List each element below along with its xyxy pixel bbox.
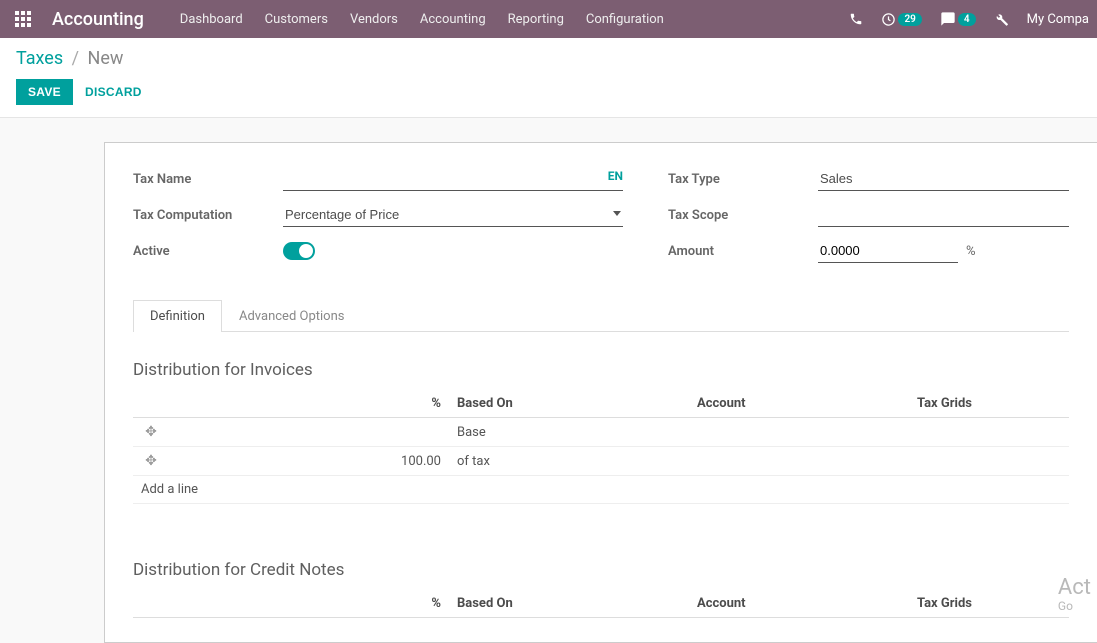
discard-button[interactable]: DISCARD [85, 85, 142, 99]
col-based-on: Based On [449, 590, 689, 618]
cell-percent[interactable]: 100.00 [169, 447, 449, 476]
add-line-row: Add a line [133, 476, 1069, 504]
toggle-knob [299, 244, 313, 258]
cell-percent[interactable] [169, 418, 449, 447]
distribution-credits-table: % Based On Account Tax Grids [133, 590, 1069, 618]
apps-grid-icon [15, 11, 31, 27]
col-handle [133, 590, 169, 618]
col-tax-grids: Tax Grids [909, 590, 1069, 618]
form-sheet-background: Tax Name EN Tax Type Tax Computation Tax… [0, 118, 1097, 643]
section-title-invoices: Distribution for Invoices [133, 360, 1069, 380]
distribution-invoices-table: % Based On Account Tax Grids ✥ Base ✥ 10… [133, 390, 1069, 504]
phone-icon [849, 12, 863, 26]
table-row[interactable]: ✥ Base [133, 418, 1069, 447]
col-account: Account [689, 390, 909, 418]
debug-button[interactable] [994, 12, 1009, 27]
nav-configuration[interactable]: Configuration [586, 12, 664, 27]
col-tax-grids: Tax Grids [909, 390, 1069, 418]
add-line-link[interactable]: Add a line [133, 476, 1069, 504]
col-account: Account [689, 590, 909, 618]
watermark-title: Act [1058, 575, 1091, 600]
section-title-credits: Distribution for Credit Notes [133, 560, 1069, 580]
label-tax-name: Tax Name [133, 172, 283, 187]
action-buttons: SAVE DISCARD [16, 79, 1081, 105]
nav-accounting[interactable]: Accounting [420, 12, 486, 27]
tab-advanced-options[interactable]: Advanced Options [222, 300, 361, 332]
table-row[interactable]: ✥ 100.00 of tax [133, 447, 1069, 476]
activities-badge: 29 [898, 13, 921, 26]
lang-badge[interactable]: EN [608, 169, 623, 183]
col-percent: % [169, 590, 449, 618]
amount-suffix: % [966, 244, 976, 263]
watermark-sub: Go [1058, 600, 1091, 613]
label-tax-type: Tax Type [668, 172, 818, 187]
form-sheet: Tax Name EN Tax Type Tax Computation Tax… [104, 142, 1097, 643]
col-handle [133, 390, 169, 418]
tax-name-input[interactable] [283, 167, 623, 191]
amount-input[interactable] [818, 239, 958, 263]
field-tax-computation [283, 203, 623, 227]
nav-reporting[interactable]: Reporting [508, 12, 564, 27]
col-based-on: Based On [449, 390, 689, 418]
active-toggle[interactable] [283, 242, 315, 260]
form-fields: Tax Name EN Tax Type Tax Computation Tax… [133, 167, 1069, 263]
tax-computation-input[interactable] [283, 203, 623, 227]
control-panel: Taxes / New SAVE DISCARD [0, 38, 1097, 118]
clock-icon [881, 12, 896, 27]
nav-menu: Dashboard Customers Vendors Accounting R… [180, 12, 664, 27]
drag-handle-icon[interactable]: ✥ [145, 424, 157, 440]
activities-button[interactable]: 29 [881, 12, 921, 27]
chat-icon [940, 11, 956, 27]
nav-dashboard[interactable]: Dashboard [180, 12, 243, 27]
messages-badge: 4 [958, 13, 976, 26]
field-tax-scope [818, 203, 1069, 227]
cell-account[interactable] [689, 418, 909, 447]
col-percent: % [169, 390, 449, 418]
activate-windows-watermark: Act Go [1058, 576, 1091, 613]
messages-button[interactable]: 4 [940, 11, 976, 27]
label-active: Active [133, 244, 283, 259]
tab-definition[interactable]: Definition [133, 300, 222, 332]
drag-handle-icon[interactable]: ✥ [145, 453, 157, 469]
wrench-icon [994, 12, 1009, 27]
field-tax-name: EN [283, 167, 623, 191]
main-navbar: Accounting Dashboard Customers Vendors A… [0, 0, 1097, 38]
nav-customers[interactable]: Customers [265, 12, 328, 27]
label-tax-scope: Tax Scope [668, 208, 818, 223]
field-amount: % [818, 239, 1069, 263]
nav-right: 29 4 My Compa [849, 11, 1089, 27]
cell-based-on[interactable]: Base [449, 418, 689, 447]
breadcrumb: Taxes / New [16, 48, 1081, 69]
field-active [283, 242, 623, 260]
breadcrumb-separator: / [72, 48, 79, 69]
nav-vendors[interactable]: Vendors [350, 12, 398, 27]
tax-type-input[interactable] [818, 167, 1069, 191]
tax-scope-input[interactable] [818, 203, 1069, 227]
tabs: Definition Advanced Options [133, 299, 1069, 332]
breadcrumb-taxes[interactable]: Taxes [16, 48, 63, 69]
breadcrumb-current: New [88, 48, 124, 69]
label-tax-computation: Tax Computation [133, 208, 283, 223]
app-title[interactable]: Accounting [52, 9, 144, 30]
cell-tax-grids[interactable] [909, 447, 1069, 476]
field-tax-type [818, 167, 1069, 191]
cell-based-on[interactable]: of tax [449, 447, 689, 476]
phone-button[interactable] [849, 12, 863, 26]
apps-menu-button[interactable] [8, 4, 38, 34]
cell-account[interactable] [689, 447, 909, 476]
label-amount: Amount [668, 244, 818, 259]
company-switcher[interactable]: My Compa [1027, 12, 1089, 27]
cell-tax-grids[interactable] [909, 418, 1069, 447]
save-button[interactable]: SAVE [16, 79, 73, 105]
